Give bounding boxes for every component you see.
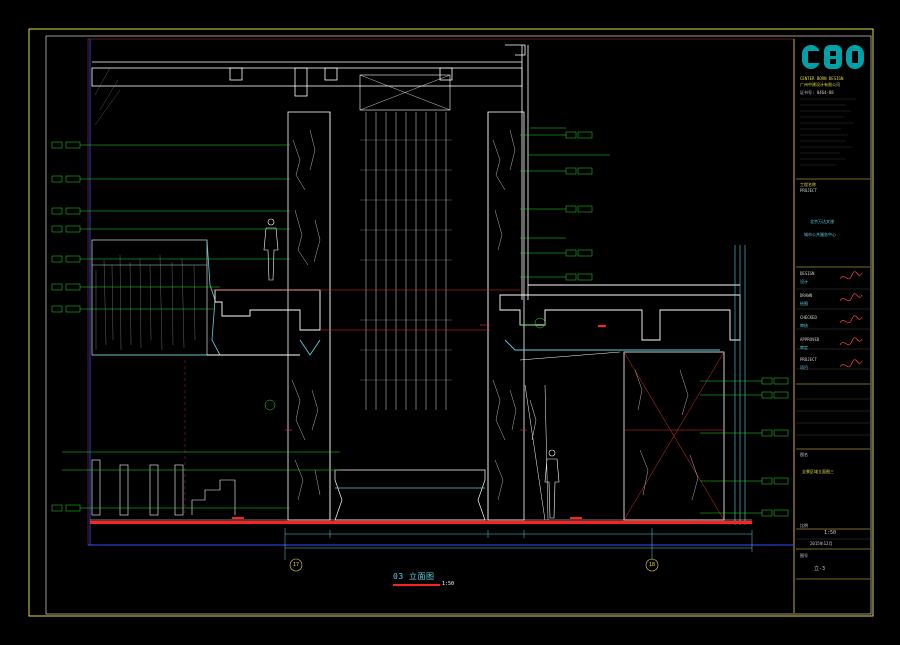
drawing-name-label: 图名 xyxy=(800,452,808,457)
mid-red-band xyxy=(210,289,527,431)
right-upper-floor xyxy=(499,284,741,351)
role-en-1: DESIGN xyxy=(800,271,815,276)
role-cn-4: 审定 xyxy=(800,345,808,350)
drawing-area-frame xyxy=(87,38,795,546)
role-en-5: PROJECT xyxy=(800,357,817,362)
role-en-2: DRAWN xyxy=(800,293,813,298)
drawing-title: 03 立面图 xyxy=(393,572,435,581)
drawing-scale: 1:50 xyxy=(442,581,455,587)
drawing-name: 全景区域立面图三 xyxy=(802,469,834,474)
left-upper-floor xyxy=(91,239,221,356)
right-lower-wall xyxy=(519,351,621,521)
scale-value: 1:50 xyxy=(824,530,837,536)
left-lower-details xyxy=(91,459,236,516)
cad-drawing-canvas xyxy=(28,28,874,617)
atrium-chandelier xyxy=(329,74,489,520)
project-label: PROJECT xyxy=(800,188,817,193)
right-lower-marble-panel xyxy=(623,351,725,521)
role-en-4: APPROVED xyxy=(800,337,820,342)
right-leader-tags xyxy=(264,127,789,517)
sheet-outer-frame xyxy=(28,28,874,617)
left-leader-tags xyxy=(51,141,340,512)
right-wall-edge xyxy=(734,245,746,525)
ceiling-hatch xyxy=(94,67,121,126)
axis-label-left: 17 xyxy=(293,562,300,568)
left-marble-column xyxy=(287,111,331,521)
sheet-label: 图号 xyxy=(800,553,808,558)
bottom-dimensions xyxy=(284,528,753,560)
top-slab xyxy=(91,44,529,300)
title-block: CENTER BORN DESIGN 广州中建设计有限公司 证书号: 0464-… xyxy=(796,39,870,613)
date-value: 2015年12月 xyxy=(810,541,833,546)
project-heading: 工程名称 xyxy=(800,182,816,187)
left-balcony-beam xyxy=(207,289,321,356)
role-cn-3: 审核 xyxy=(800,323,808,328)
role-cn-2: 绘图 xyxy=(800,301,808,306)
axis-label-right: 18 xyxy=(649,562,656,568)
sheet-value: 立-3 xyxy=(814,566,826,572)
axis-markers xyxy=(289,558,659,572)
project-name-2: 城市公共服务中心 xyxy=(804,232,836,237)
sheet-inner-frame xyxy=(45,35,872,615)
project-name-1: 北京万达文旅 xyxy=(810,219,834,224)
human-figure-upper xyxy=(263,218,279,281)
role-cn-5: 项目 xyxy=(800,365,808,370)
right-marble-column xyxy=(487,111,525,521)
role-cn-1: 设计 xyxy=(800,279,808,284)
atrium-base xyxy=(334,469,486,521)
ground-floor-slab xyxy=(90,521,752,524)
scale-label: 比例 xyxy=(800,523,808,528)
role-en-3: CHECKED xyxy=(800,315,817,320)
